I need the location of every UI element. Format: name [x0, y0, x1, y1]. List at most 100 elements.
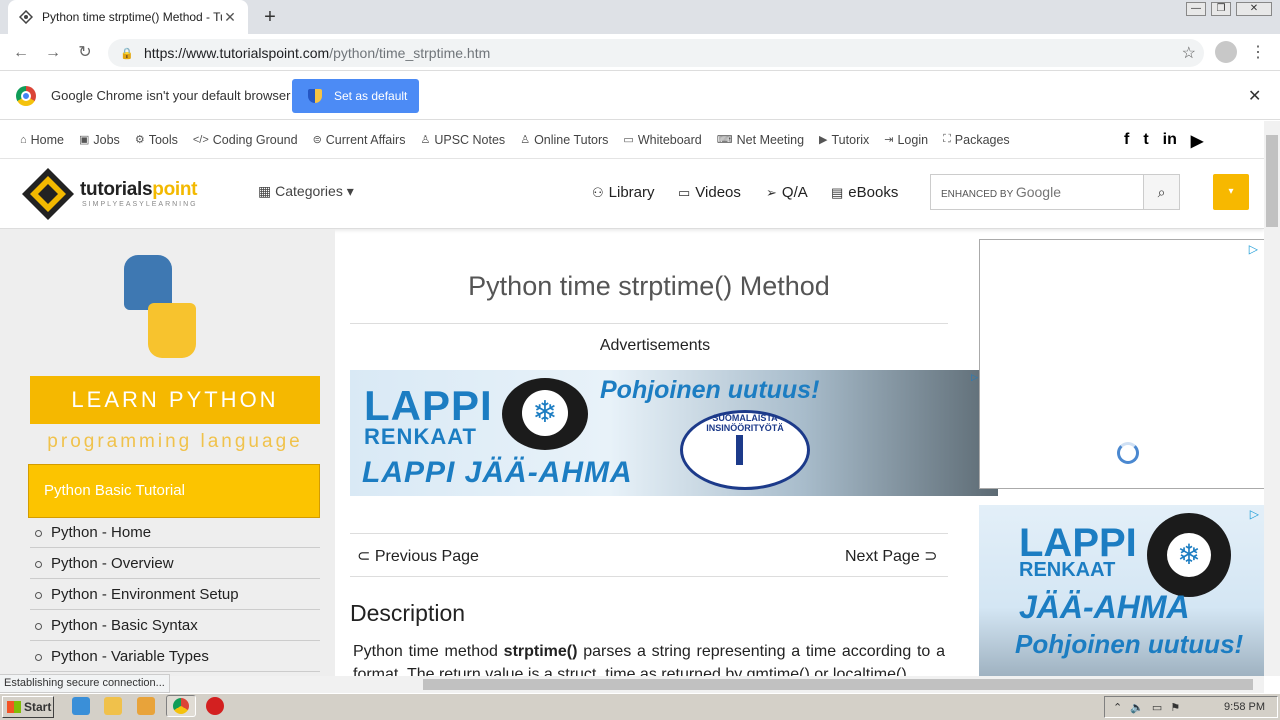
bullet-icon — [35, 561, 42, 568]
categories-dropdown[interactable]: ▦ Categories ▾ — [258, 183, 354, 200]
back-icon[interactable]: ← — [10, 42, 32, 64]
search-prefix: ENHANCED BY — [941, 189, 1014, 200]
sidebar-item-basic-syntax[interactable]: Python - Basic Syntax — [30, 610, 320, 641]
videos-link[interactable]: ▭ Videos — [678, 184, 741, 201]
next-page-link[interactable]: Next Page ⊃ — [845, 546, 938, 566]
qa-link[interactable]: ➢ Q/A — [766, 184, 808, 201]
description-paragraph: Python time method strptime() parses a s… — [353, 640, 945, 676]
python-logo-icon-yellow — [148, 303, 196, 358]
browser-tab[interactable]: Python time strptime() Method - Tuto ✕ — [8, 0, 248, 34]
profile-avatar-icon[interactable] — [1215, 41, 1237, 63]
topnav-current-affairs[interactable]: ⊜ Current Affairs — [313, 133, 406, 147]
facebook-icon[interactable]: f — [1124, 131, 1129, 151]
tab-close-icon[interactable]: ✕ — [222, 9, 238, 26]
grid-icon: ▦ — [258, 183, 276, 199]
file-explorer-icon[interactable] — [104, 697, 122, 715]
uac-shield-icon — [308, 89, 322, 103]
ad-product: LAPPI JÄÄ-AHMA — [362, 456, 633, 489]
topnav-home[interactable]: ⌂ Home — [20, 133, 64, 147]
social-links: f t in ▶ — [1124, 131, 1203, 151]
browser-menu-icon[interactable]: ⋮ — [1250, 42, 1266, 64]
logo-wordmark[interactable]: tutorialspoint — [80, 179, 198, 201]
topnav-packages[interactable]: ⛶ Packages — [943, 133, 1010, 147]
chrome-taskbar-button[interactable] — [166, 695, 196, 717]
sidebar-item-python-home[interactable]: Python - Home — [30, 517, 320, 548]
search-button[interactable]: ⌕ — [1143, 175, 1179, 209]
library-icon: ⚇ — [592, 184, 604, 200]
media-player-icon[interactable] — [137, 697, 155, 715]
ebooks-link[interactable]: ▤ eBooks — [831, 184, 898, 201]
briefcase-icon: ▣ — [79, 134, 90, 146]
more-dropdown-button[interactable]: ▾ — [1213, 174, 1249, 210]
topnav-online-tutors[interactable]: ♙ Online Tutors — [520, 133, 608, 147]
sidebar-item-variable-types[interactable]: Python - Variable Types — [30, 641, 320, 672]
address-bar[interactable]: 🔒 https://www.tutorialspoint.com/python/… — [108, 39, 1204, 67]
volume-icon[interactable]: 🔈 — [1130, 701, 1144, 714]
lappi-ad-banner[interactable]: LAPPI RENKAAT Pohjoinen uutuus! LAPPI JÄ… — [350, 370, 998, 496]
book-icon: ▤ — [831, 184, 844, 200]
adchoices-icon[interactable]: ▷ — [1249, 242, 1258, 256]
set-as-default-button[interactable]: Set as default — [292, 79, 419, 113]
learn-python-banner: LEARN PYTHON — [30, 376, 320, 424]
categories-label: Categories — [275, 183, 343, 199]
bullet-icon — [35, 592, 42, 599]
new-tab-button[interactable]: + — [258, 5, 282, 29]
chevron-left-icon: ⊂ — [357, 548, 375, 565]
start-button[interactable]: Start — [2, 696, 54, 718]
url-path: /python/time_strptime.htm — [329, 45, 491, 61]
previous-page-label: Previous Page — [374, 548, 479, 565]
close-window-button[interactable]: ✕ — [1236, 2, 1272, 16]
action-center-flag-icon[interactable]: ⚑ — [1170, 701, 1180, 714]
clock[interactable]: 9:58 PM — [1224, 701, 1265, 713]
page-title: Python time strptime() Method — [468, 271, 830, 301]
topnav-jobs[interactable]: ▣ Jobs — [79, 133, 120, 147]
affairs-icon: ⊜ — [312, 134, 322, 146]
opera-icon[interactable] — [206, 697, 224, 715]
internet-explorer-icon[interactable] — [72, 697, 90, 715]
topnav-coding-ground[interactable]: </> Coding Ground — [193, 133, 298, 147]
twitter-icon[interactable]: t — [1143, 131, 1148, 151]
library-link[interactable]: ⚇ Library — [592, 184, 655, 201]
tray-expand-icon[interactable]: ⌃ — [1113, 701, 1122, 714]
bookmark-star-icon[interactable]: ☆ — [1182, 43, 1196, 63]
topnav-upsc-notes[interactable]: ♙ UPSC Notes — [420, 133, 505, 147]
adchoices-icon[interactable]: ▷ — [971, 372, 978, 383]
topnav-label: Net Meeting — [736, 132, 805, 147]
minimize-button[interactable]: — — [1186, 2, 1206, 16]
topnav-tutorix[interactable]: ▶ Tutorix — [819, 133, 869, 147]
section-python-basic-tutorial[interactable]: Python Basic Tutorial — [28, 464, 320, 518]
network-icon[interactable]: ▭ — [1152, 701, 1162, 714]
topnav-label: Home — [30, 132, 64, 147]
previous-page-link[interactable]: ⊂ Previous Page — [357, 546, 479, 566]
reload-icon[interactable]: ↻ — [74, 42, 96, 64]
ad-brand2: RENKAAT — [1019, 559, 1116, 581]
search-input[interactable]: ENHANCED BY Google — [931, 175, 1143, 209]
adchoices-icon[interactable]: ▷ — [1250, 507, 1259, 521]
login-icon: ⇥ — [884, 134, 894, 146]
topnav-tools[interactable]: ⚙ Tools — [135, 133, 178, 147]
next-page-label: Next Page — [845, 548, 920, 565]
search-icon: ⌕ — [1157, 184, 1166, 200]
linkedin-icon[interactable]: in — [1163, 131, 1177, 151]
right-lappi-ad[interactable]: LAPPI RENKAAT JÄÄ-AHMA Pohjoinen uutuus!… — [979, 505, 1264, 676]
restore-button[interactable]: ❐ — [1211, 2, 1231, 16]
search-brand: Google — [1015, 184, 1061, 200]
vertical-scroll-thumb[interactable] — [1266, 135, 1278, 227]
youtube-icon[interactable]: ▶ — [1191, 131, 1203, 151]
url-host: https://www.tutorialspoint.com — [144, 45, 330, 61]
sidebar-item-environment-setup[interactable]: Python - Environment Setup — [30, 579, 320, 610]
topnav-whiteboard[interactable]: ▭ Whiteboard — [623, 133, 701, 147]
description-heading: Description — [350, 600, 466, 626]
chevron-right-icon: ⊃ — [919, 548, 938, 565]
topnav-login[interactable]: ⇥ Login — [884, 133, 928, 147]
code-icon: </> — [192, 133, 209, 146]
sidebar-item-python-overview[interactable]: Python - Overview — [30, 548, 320, 579]
top-navigation: ⌂ Home ▣ Jobs ⚙ Tools </> Coding Ground ⊜ Cur… — [0, 121, 1264, 159]
infobar-close-icon[interactable]: ✕ — [1248, 86, 1261, 106]
horizontal-scroll-thumb[interactable] — [423, 679, 1253, 690]
topnav-label: Current Affairs — [325, 132, 406, 147]
bullet-icon — [35, 623, 42, 630]
tutorialspoint-logo-icon[interactable] — [18, 164, 78, 224]
forward-icon[interactable]: → — [42, 42, 64, 64]
topnav-net-meeting[interactable]: ⌨ Net Meeting — [717, 133, 804, 147]
